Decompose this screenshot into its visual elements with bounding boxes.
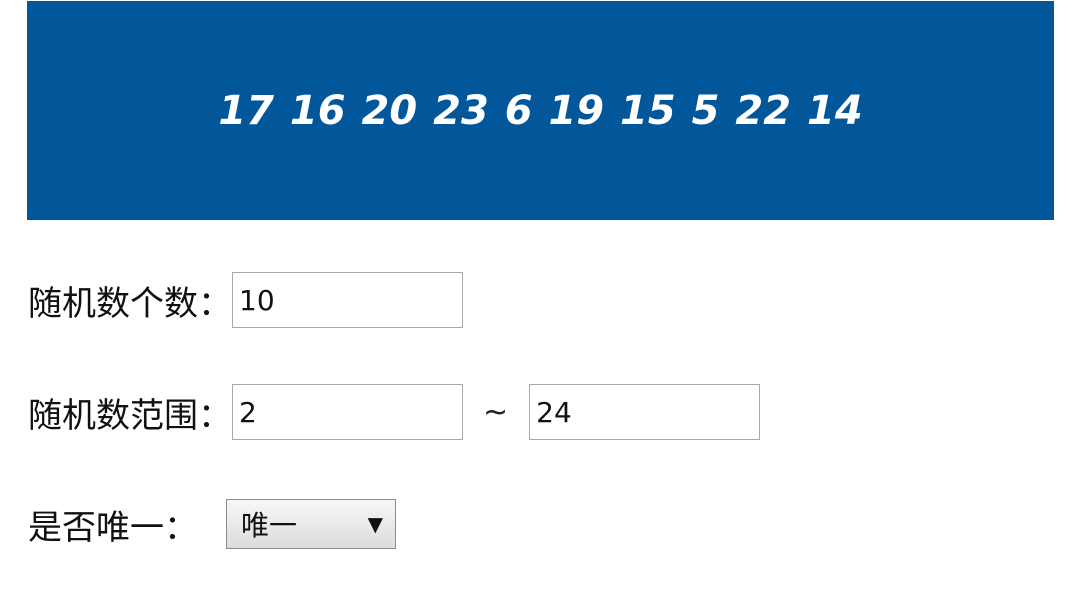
- unique-row: 是否唯一： 唯一 ▼: [28, 499, 396, 549]
- count-row: 随机数个数：: [28, 272, 463, 328]
- range-max-input[interactable]: [529, 384, 761, 440]
- count-input[interactable]: [232, 272, 463, 328]
- random-numbers-display: 17 16 20 23 6 19 15 5 22 14: [218, 87, 863, 134]
- range-min-input[interactable]: [232, 384, 463, 440]
- count-label: 随机数个数：: [28, 283, 232, 324]
- unique-select[interactable]: 唯一 ▼: [226, 499, 396, 549]
- range-label: 随机数范围：: [28, 395, 232, 436]
- unique-select-value: 唯一: [241, 509, 298, 542]
- unique-label: 是否唯一：: [28, 507, 198, 548]
- triangle-down-icon: ▼: [367, 512, 383, 536]
- range-row: 随机数范围： ~: [28, 384, 761, 440]
- result-banner: 17 16 20 23 6 19 15 5 22 14: [27, 1, 1054, 220]
- range-separator: ~: [483, 394, 509, 430]
